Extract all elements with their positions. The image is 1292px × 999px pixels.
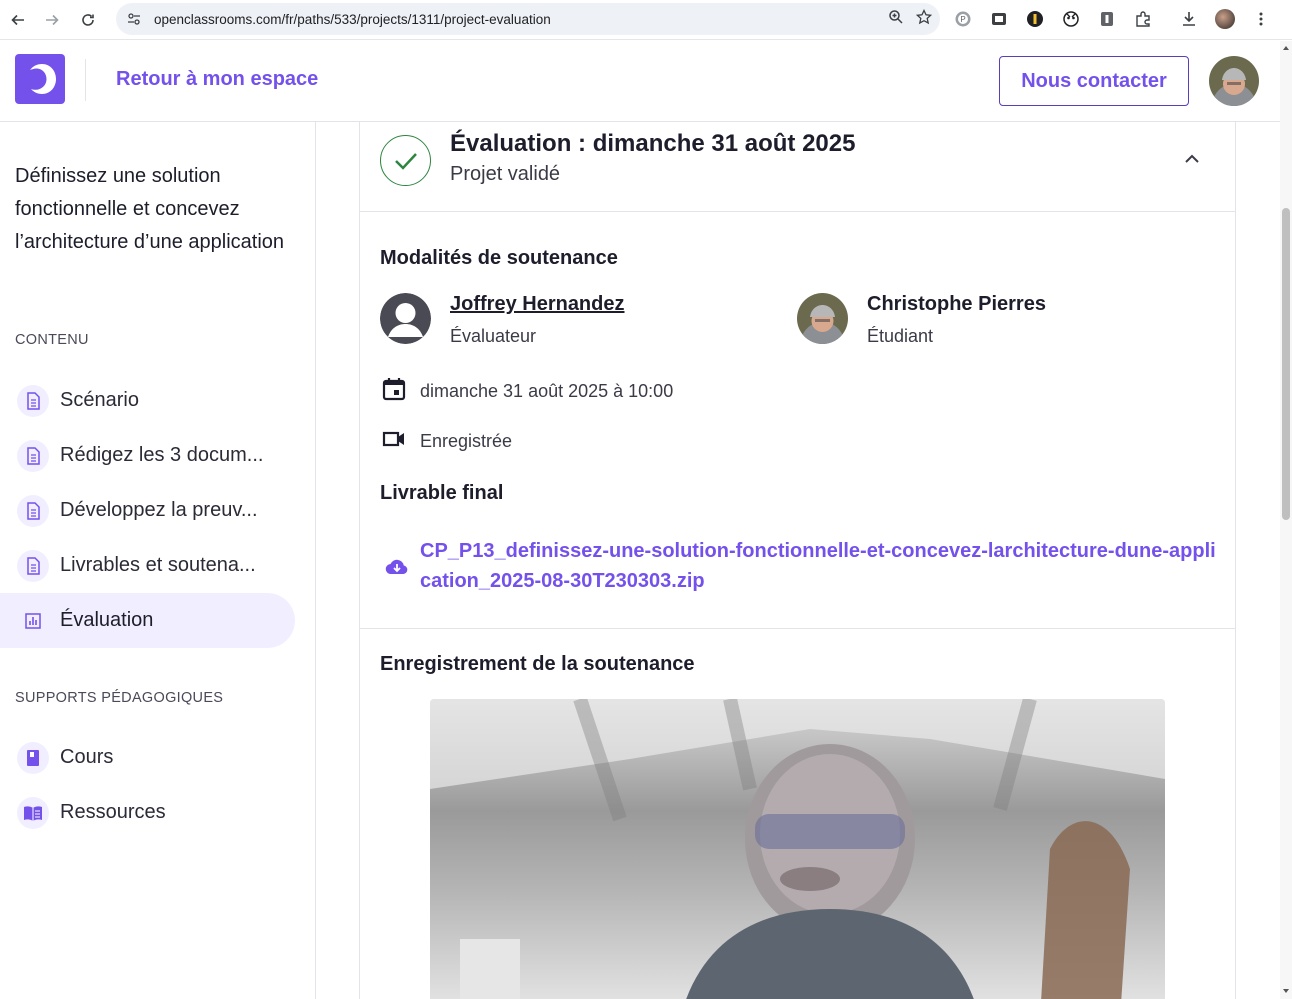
url-text: openclassrooms.com/fr/paths/533/projects… [154,11,551,27]
scroll-down-arrow-icon[interactable] [1282,987,1290,995]
recording-status-text: Enregistrée [420,430,513,451]
extension-shield-icon[interactable] [1096,8,1118,30]
extension-p-icon[interactable]: P [952,8,974,30]
student-role: Étudiant [867,326,934,346]
calendar-icon [380,375,408,408]
chart-icon [17,605,49,637]
video-camera-icon [380,425,408,458]
address-bar[interactable]: openclassrooms.com/fr/paths/533/projects… [116,3,940,35]
site-header: Retour à mon espace Nous contacter [0,41,1280,122]
document-icon [17,494,49,527]
sidebar-item-label: Développez la preuv... [60,499,258,521]
page-scrollbar[interactable] [1280,41,1292,999]
download-icon[interactable] [1178,8,1200,30]
evaluation-header[interactable]: Évaluation : dimanche 31 août 2025 Proje… [360,122,1235,212]
document-icon [17,549,49,582]
book-icon [17,741,49,774]
evaluation-card: Évaluation : dimanche 31 août 2025 Proje… [359,122,1236,999]
sidebar-item-livrables[interactable]: Livrables et soutena... [0,538,295,593]
student-info: Christophe Pierres Étudiant [797,293,1197,348]
recording-heading: Enregistrement de la soutenance [380,653,695,675]
reload-icon[interactable] [70,3,106,37]
browser-menu-icon[interactable] [1250,8,1272,30]
deliverable-filename[interactable]: CP_P13_definissez-une-solution-fonctionn… [420,536,1220,596]
evaluator-info: Joffrey Hernandez Évaluateur [380,293,780,348]
profile-avatar-icon[interactable] [1214,8,1236,30]
recording-row: Enregistrée [380,425,512,458]
sidebar-item-cours[interactable]: Cours [0,730,295,785]
evaluation-status: Projet validé [450,163,561,185]
datetime-row: dimanche 31 août 2025 à 10:00 [380,375,673,408]
evaluator-role: Évaluateur [450,326,537,346]
site-info-icon[interactable] [126,11,142,27]
sidebar-item-label: Ressources [60,801,166,823]
recording-video-player[interactable] [430,699,1165,999]
sidebar-item-evaluation[interactable]: Évaluation [0,593,295,648]
sidebar: Définissez une solution fonctionnelle et… [0,122,316,999]
sidebar-item-redigez[interactable]: Rédigez les 3 docum... [0,428,295,483]
extension-face-icon[interactable] [1060,8,1082,30]
extensions-puzzle-icon[interactable] [1132,8,1154,30]
header-divider [85,59,86,101]
sidebar-item-label: Rédigez les 3 docum... [60,444,264,466]
chevron-up-icon[interactable] [1182,149,1202,169]
sidebar-item-label: Cours [60,746,114,768]
project-title: Définissez une solution fonctionnelle et… [15,165,285,253]
scroll-up-arrow-icon[interactable] [1282,44,1290,52]
extension-dark-circle-icon[interactable] [1024,8,1046,30]
sidebar-item-label: Scénario [60,389,139,411]
sidebar-item-developpez[interactable]: Développez la preuv... [0,483,295,538]
video-frame [430,699,1165,999]
open-book-icon [17,796,49,829]
document-icon [17,384,49,417]
forward-arrow-icon[interactable] [34,3,70,37]
sidebar-item-ressources[interactable]: Ressources [0,785,295,840]
sidebar-item-label: Évaluation [60,609,154,631]
student-avatar [797,293,848,344]
main-content: Évaluation : dimanche 31 août 2025 Proje… [316,122,1280,999]
section-divider [360,628,1235,629]
scroll-thumb[interactable] [1282,208,1290,520]
openclassrooms-logo[interactable] [15,54,65,104]
extension-puzzle-grid-icon[interactable] [988,8,1010,30]
back-arrow-icon[interactable] [0,3,36,37]
content-heading: CONTENU [15,332,89,348]
evaluation-title: Évaluation : dimanche 31 août 2025 [450,130,856,157]
datetime-text: dimanche 31 août 2025 à 10:00 [420,380,674,401]
supports-heading: SUPPORTS PÉDAGOGIQUES [15,690,224,706]
back-to-space-link[interactable]: Retour à mon espace [116,68,318,91]
deliverable-heading: Livrable final [380,482,504,504]
cloud-download-icon [384,554,410,580]
student-name: Christophe Pierres [867,293,1046,315]
evaluator-avatar [380,293,431,344]
sidebar-item-scenario[interactable]: Scénario [0,373,295,428]
contact-button[interactable]: Nous contacter [999,56,1189,106]
document-icon [17,439,49,472]
bookmark-star-icon[interactable] [915,8,933,30]
zoom-icon[interactable] [888,9,904,30]
modalities-heading: Modalités de soutenance [380,247,618,269]
svg-text:P: P [960,15,965,24]
sidebar-item-label: Livrables et soutena... [60,554,256,576]
check-icon [380,135,431,186]
browser-toolbar: openclassrooms.com/fr/paths/533/projects… [0,0,1292,40]
user-avatar[interactable] [1209,56,1259,106]
evaluator-name-link[interactable]: Joffrey Hernandez [450,293,625,316]
